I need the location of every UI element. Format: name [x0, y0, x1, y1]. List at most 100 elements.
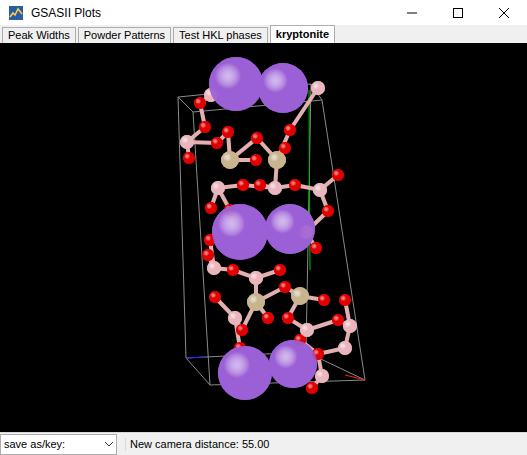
minimize-button[interactable] — [389, 0, 435, 25]
atom-shading — [282, 312, 294, 324]
atom[interactable] — [211, 181, 225, 195]
atom[interactable] — [339, 294, 351, 306]
atom-shading — [207, 261, 221, 275]
save-key-dropdown[interactable]: save as/key: — [0, 434, 117, 455]
minimize-icon — [407, 8, 417, 18]
app-icon — [8, 5, 24, 21]
status-bar: save as/key:New camera distance: 55.00 — [0, 432, 527, 455]
atom[interactable] — [338, 341, 352, 355]
atom[interactable] — [291, 287, 309, 305]
atom[interactable] — [251, 132, 263, 144]
atom-shading — [211, 181, 225, 195]
atom-shading — [343, 319, 357, 333]
atom[interactable] — [222, 126, 234, 138]
atom[interactable] — [343, 319, 357, 333]
atom[interactable] — [209, 291, 221, 303]
atom-shading — [339, 294, 351, 306]
atom[interactable] — [227, 264, 239, 276]
atom[interactable] — [265, 204, 315, 254]
atom[interactable] — [318, 294, 330, 306]
axis-line — [345, 375, 365, 380]
crystal-structure[interactable] — [0, 43, 527, 432]
atom-shading — [310, 242, 322, 254]
atom[interactable] — [311, 81, 325, 95]
close-icon — [499, 8, 509, 18]
atom[interactable] — [279, 281, 291, 293]
plot-canvas[interactable] — [0, 43, 527, 432]
atom[interactable] — [247, 293, 265, 311]
atom[interactable] — [268, 151, 286, 169]
maximize-button[interactable] — [435, 0, 481, 25]
atom[interactable] — [250, 154, 262, 166]
atom-shading — [332, 169, 344, 181]
atom-shading — [262, 312, 274, 324]
atom-shading — [250, 154, 262, 166]
tab[interactable]: Test HKL phases — [173, 27, 268, 43]
atom[interactable] — [209, 57, 263, 111]
atom-shading — [315, 369, 329, 383]
atom-shading — [268, 181, 282, 195]
atom-shading — [265, 204, 315, 254]
atom[interactable] — [237, 179, 249, 191]
atom-shading — [300, 323, 314, 337]
tab[interactable]: kryptonite — [270, 25, 335, 43]
atom[interactable] — [211, 137, 223, 149]
atom[interactable] — [236, 324, 248, 336]
atom[interactable] — [310, 242, 322, 254]
tab[interactable]: Peak Widths — [2, 27, 76, 43]
atom[interactable] — [258, 63, 308, 113]
atom[interactable] — [249, 271, 263, 285]
atom[interactable] — [212, 204, 268, 260]
tab-bar: Peak WidthsPowder PatternsTest HKL phase… — [0, 25, 527, 43]
atom-shading — [211, 137, 223, 149]
tab[interactable]: Powder Patterns — [78, 27, 171, 43]
atom-shading — [180, 135, 194, 149]
atom[interactable] — [218, 346, 272, 400]
atom-shading — [254, 179, 266, 191]
atom[interactable] — [262, 312, 274, 324]
atom[interactable] — [202, 249, 214, 261]
atom-shading — [221, 151, 239, 169]
atom-shading — [205, 202, 217, 214]
atom[interactable] — [180, 135, 194, 149]
atom[interactable] — [315, 369, 329, 383]
atom-shading — [236, 324, 248, 336]
atom-shading — [222, 126, 234, 138]
atom-shading — [247, 293, 265, 311]
atom-shading — [258, 63, 308, 113]
cell-edge — [178, 97, 193, 112]
close-button[interactable] — [481, 0, 527, 25]
atom[interactable] — [306, 382, 318, 394]
atom[interactable] — [254, 179, 266, 191]
atom[interactable] — [332, 169, 344, 181]
atom[interactable] — [274, 264, 286, 276]
atom-shading — [332, 314, 344, 326]
atom[interactable] — [282, 312, 294, 324]
atom-shading — [212, 204, 268, 260]
atom[interactable] — [300, 323, 314, 337]
atom[interactable] — [205, 202, 217, 214]
atom-shading — [269, 340, 317, 388]
atom-shading — [274, 264, 286, 276]
atom[interactable] — [313, 183, 327, 197]
atom[interactable] — [221, 151, 239, 169]
atom[interactable] — [268, 181, 282, 195]
atom[interactable] — [207, 261, 221, 275]
atom-shading — [251, 132, 263, 144]
atom[interactable] — [183, 152, 195, 164]
atom[interactable] — [199, 121, 211, 133]
cell-edge — [186, 358, 210, 385]
atom[interactable] — [194, 97, 206, 109]
atom[interactable] — [332, 314, 344, 326]
atom-shading — [313, 183, 327, 197]
atom[interactable] — [289, 179, 301, 191]
atom[interactable] — [269, 340, 317, 388]
atom-shading — [209, 291, 221, 303]
atom[interactable] — [228, 311, 242, 325]
atom-shading — [218, 346, 272, 400]
chevron-down-icon — [105, 442, 113, 447]
title-bar: GSASII Plots — [0, 0, 527, 25]
atom-shading — [202, 249, 214, 261]
atom[interactable] — [322, 205, 334, 217]
atom[interactable] — [284, 124, 296, 136]
